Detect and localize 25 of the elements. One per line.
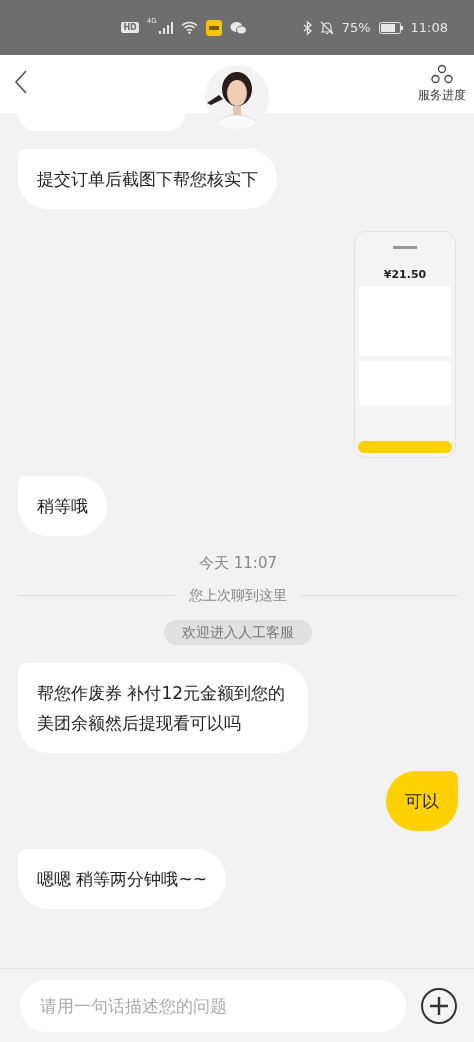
add-button[interactable] [420,986,458,1025]
service-progress-button[interactable]: 服务进度 [418,64,466,104]
battery-percent: 75% [341,20,371,35]
message-bubble: 提交订单后截图下帮您核实下 [18,149,277,209]
message-bubble: 稍等哦 [18,476,107,536]
three-circles-icon [431,64,453,84]
wifi-icon [180,21,198,34]
order-screenshot[interactable]: ¥21.50 [354,231,456,458]
history-divider-text: 您上次聊到这里 [189,586,287,605]
message-input[interactable]: 请用一句话描述您的问题 [20,979,406,1032]
message-bubble: 帮您作废券 补付12元金额到您的美团余额然后提现看可以吗 [18,663,308,753]
chat-app-icon [229,20,247,35]
message-time: 今天 11:07 [199,553,277,574]
signal-icon [158,21,173,34]
message-bubble: 嗯嗯 稍等两分钟哦~~ [18,849,226,909]
muted-bell-icon [319,20,334,35]
screenshot-amount: ¥21.50 [383,268,427,281]
message-bubble: 可以 [386,771,458,831]
hd-badge: HD [121,22,139,33]
screenshot-title-bar [393,246,417,249]
clock: 11:08 [410,20,448,35]
system-notice: 欢迎进入人工客服 [164,620,312,645]
app-notification-icon [205,19,222,36]
battery-icon [378,21,403,34]
bluetooth-icon [302,20,312,35]
